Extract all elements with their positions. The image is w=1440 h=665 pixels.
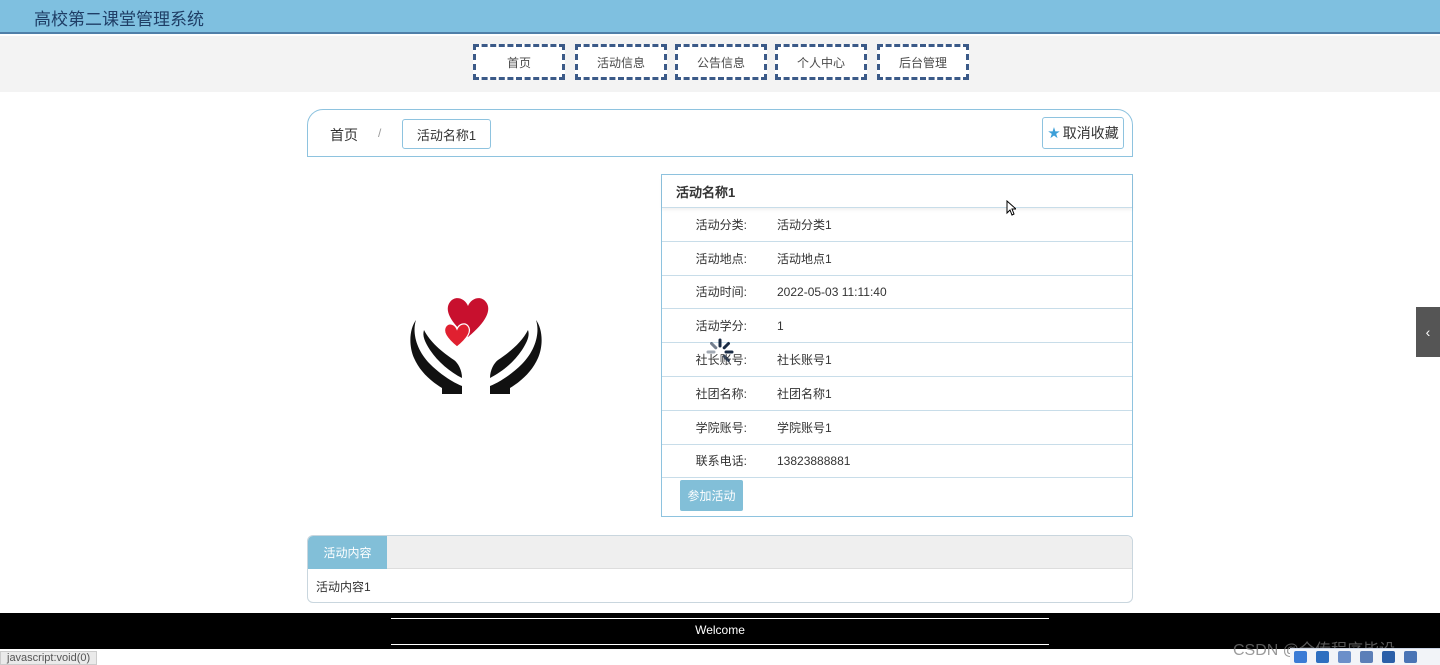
nav-item-admin[interactable]: 后台管理: [877, 44, 969, 80]
system-tray: [1290, 648, 1440, 665]
detail-label: 活动时间:: [695, 285, 747, 300]
breadcrumb: 首页 / 活动名称1 ★ 取消收藏: [307, 109, 1133, 157]
detail-label: 社团名称:: [695, 386, 747, 401]
nav-item-home[interactable]: 首页: [473, 44, 565, 80]
loading-spinner-icon: [706, 338, 734, 362]
detail-label: 活动分类:: [695, 217, 747, 232]
site-title: 高校第二课堂管理系统: [34, 10, 204, 29]
footer: Welcome: [0, 613, 1440, 649]
detail-value: 学院账号1: [777, 420, 832, 435]
detail-value: 1: [777, 318, 784, 333]
nav-item-announcements[interactable]: 公告信息: [675, 44, 767, 80]
main-nav: 首页 活动信息 公告信息 个人中心 后台管理: [0, 36, 1440, 92]
detail-value: 13823888881: [777, 453, 851, 468]
nav-item-profile[interactable]: 个人中心: [775, 44, 867, 80]
tray-moon-icon[interactable]: [1338, 651, 1351, 663]
tray-tool-icon[interactable]: [1404, 651, 1417, 663]
activity-content-text: 活动内容1: [316, 580, 371, 594]
detail-label: 活动地点:: [695, 251, 747, 266]
hands-heart-icon: [410, 298, 542, 394]
footer-welcome: Welcome: [695, 623, 745, 637]
detail-value: 社团名称1: [777, 386, 832, 401]
breadcrumb-current: 活动名称1: [402, 119, 491, 149]
detail-value: 2022-05-03 11:11:40: [777, 284, 887, 299]
detail-value: 活动分类1: [777, 217, 832, 232]
breadcrumb-home-link[interactable]: 首页: [330, 125, 358, 145]
join-activity-button[interactable]: 参加活动: [680, 480, 743, 511]
detail-row-college-account: 学院账号: 学院账号1: [662, 411, 1132, 445]
detail-value: 社长账号1: [777, 353, 832, 368]
chevron-left-icon: ‹: [1425, 324, 1431, 340]
activity-content-panel: 活动内容 活动内容1: [307, 535, 1133, 603]
unfavorite-label: 取消收藏: [1062, 125, 1119, 141]
detail-row-time: 活动时间: 2022-05-03 11:11:40: [662, 276, 1132, 310]
tab-activity-content[interactable]: 活动内容: [308, 536, 387, 569]
mouse-cursor-icon: [1006, 200, 1016, 216]
detail-row-club-name: 社团名称: 社团名称1: [662, 377, 1132, 411]
unfavorite-button[interactable]: ★ 取消收藏: [1042, 117, 1124, 149]
tray-ime-icon[interactable]: [1316, 651, 1329, 663]
detail-row-phone: 联系电话: 13823888881: [662, 445, 1132, 479]
detail-label: 活动学分:: [695, 319, 747, 334]
breadcrumb-separator: /: [378, 126, 382, 140]
detail-row-category: 活动分类: 活动分类1: [662, 208, 1132, 242]
browser-status-bar: javascript:void(0): [0, 651, 98, 665]
tray-keyboard-icon[interactable]: [1360, 651, 1373, 663]
detail-label: 学院账号:: [695, 420, 747, 435]
content-tabs: 活动内容: [308, 536, 1132, 569]
tray-grid-icon[interactable]: [1382, 651, 1395, 663]
detail-value: 活动地点1: [777, 251, 832, 266]
footer-divider: [391, 618, 1049, 619]
star-icon: ★: [1047, 125, 1061, 142]
side-collapse-tab[interactable]: ‹: [1416, 307, 1440, 357]
detail-row-location: 活动地点: 活动地点1: [662, 242, 1132, 276]
footer-divider: [391, 644, 1049, 645]
detail-label: 联系电话:: [695, 454, 747, 469]
activity-image: [358, 232, 594, 452]
tray-app-icon[interactable]: [1294, 651, 1307, 663]
nav-item-activities[interactable]: 活动信息: [575, 44, 667, 80]
activity-title: 活动名称1: [662, 175, 1132, 208]
top-header: 高校第二课堂管理系统: [0, 0, 1440, 34]
